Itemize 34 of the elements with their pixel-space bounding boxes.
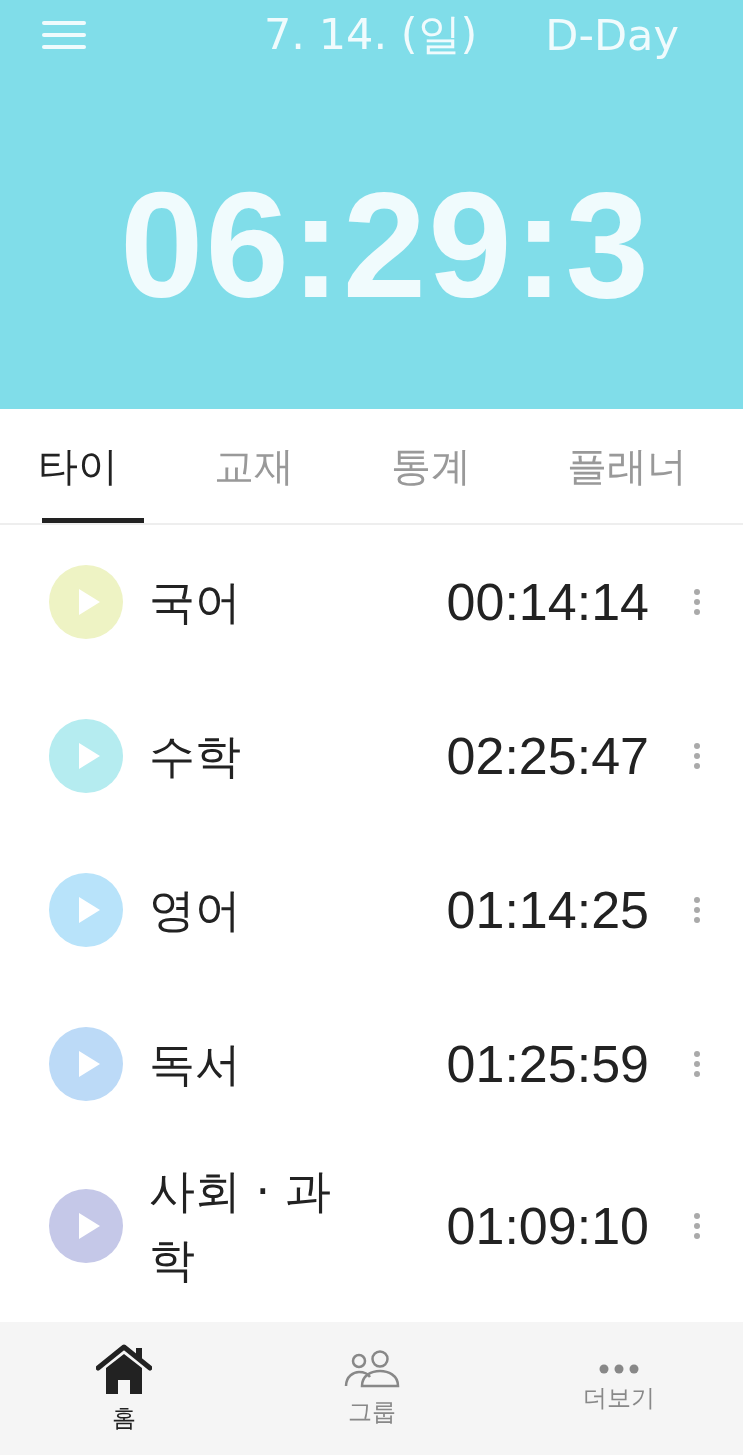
subject-name: 독서 [149, 1035, 242, 1093]
nav-item[interactable]: 더보기 [495, 1322, 743, 1455]
subject-time: 02:25:47 [445, 726, 649, 786]
more-icon [599, 1363, 640, 1374]
play-button[interactable] [49, 565, 123, 639]
date-label[interactable]: 7. 14. (일) [264, 6, 478, 64]
tab[interactable]: 플래너 [566, 409, 743, 523]
menu-icon[interactable] [42, 21, 86, 49]
nav-item[interactable]: 홈 [0, 1322, 248, 1455]
more-options-icon[interactable] [694, 589, 700, 615]
subject-time: 01:09:10 [445, 1196, 649, 1256]
more-options-icon[interactable] [694, 743, 700, 769]
subject-name: 국어 [149, 573, 242, 631]
subject-name: 영어 [149, 881, 242, 939]
subject-time: 01:25:59 [445, 1034, 649, 1094]
home-icon [95, 1343, 152, 1394]
subject-name: 사회 · 과학 [149, 1163, 332, 1289]
people-icon [343, 1349, 400, 1388]
play-button[interactable] [49, 719, 123, 793]
tab[interactable]: 타이 [38, 409, 215, 523]
subject-name: 수학 [149, 727, 242, 785]
total-study-time: 06:29:3 [120, 170, 653, 320]
subject-time: 01:14:25 [445, 880, 649, 940]
d-day-label[interactable]: D-Day [545, 10, 679, 60]
play-button[interactable] [49, 1027, 123, 1101]
tab[interactable]: 통계 [390, 409, 567, 523]
more-options-icon[interactable] [694, 1213, 700, 1239]
nav-item[interactable]: 그룹 [247, 1322, 496, 1455]
tab[interactable]: 교재 [214, 409, 391, 523]
subject-time: 00:14:14 [445, 572, 649, 632]
play-button[interactable] [49, 1189, 123, 1263]
play-button[interactable] [49, 873, 123, 947]
more-options-icon[interactable] [694, 897, 700, 923]
more-options-icon[interactable] [694, 1051, 700, 1077]
